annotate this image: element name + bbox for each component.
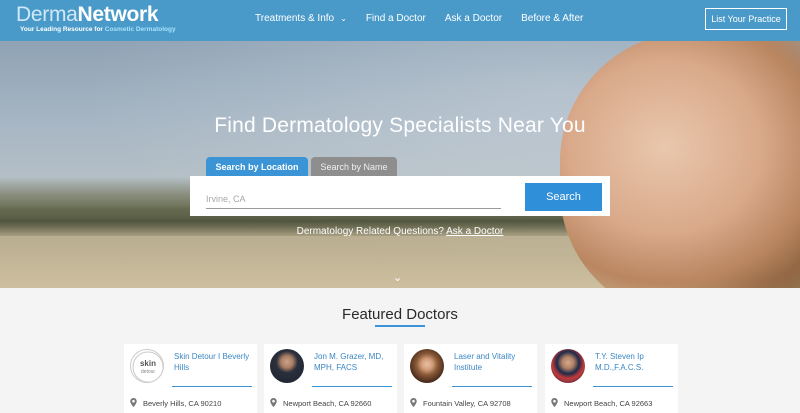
question-text: Dermatology Related Questions? [296, 226, 444, 237]
nav-item-ask-doctor[interactable]: Ask a Doctor [445, 13, 502, 24]
search-panel: Search [190, 176, 610, 216]
doctor-location: Fountain Valley, CA 92708 [410, 398, 511, 408]
doctor-card[interactable]: Jon M. Grazer, MD, MPH, FACS Newport Bea… [264, 344, 397, 413]
doctor-name-link[interactable]: Laser and Vitality Institute [454, 351, 534, 373]
doctor-name-link[interactable]: Skin Detour I Beverly Hills [174, 351, 254, 373]
search-tabs: Search by Location Search by Name [206, 157, 400, 176]
location-pin-icon [130, 398, 137, 407]
skin-detour-logo: skin detour [130, 349, 164, 383]
title-underline [375, 325, 425, 327]
main-menu: Treatments & Info ⌄ Find a Doctor Ask a D… [255, 13, 602, 24]
location-pin-icon [270, 398, 277, 407]
card-divider [452, 386, 532, 387]
location-pin-icon [410, 398, 417, 407]
hero-title: Find Dermatology Specialists Near You [214, 114, 586, 137]
nav-item-before-after[interactable]: Before & After [521, 13, 583, 24]
doctor-location: Beverly Hills, CA 90210 [130, 398, 221, 408]
site-logo[interactable]: DermaNetwork Your Leading Resource for C… [16, 4, 176, 34]
tab-search-by-name[interactable]: Search by Name [311, 157, 397, 176]
card-divider [593, 386, 673, 387]
tab-search-by-location[interactable]: Search by Location [206, 157, 308, 176]
nav-item-treatments[interactable]: Treatments & Info ⌄ [255, 13, 347, 24]
chevron-down-icon: ⌄ [340, 14, 347, 23]
doctor-photo [270, 349, 304, 383]
doctor-card[interactable]: T.Y. Steven Ip M.D.,F.A.C.S. Newport Bea… [545, 344, 678, 413]
top-nav: DermaNetwork Your Leading Resource for C… [0, 0, 800, 41]
card-divider [312, 386, 392, 387]
doctor-card[interactable]: skin detour Skin Detour I Beverly Hills … [124, 344, 257, 413]
ask-doctor-link[interactable]: Ask a Doctor [446, 226, 503, 237]
featured-doctors-title: Featured Doctors [342, 306, 458, 323]
doctor-photo [410, 349, 444, 383]
logo-tagline: Your Leading Resource for Cosmetic Derma… [20, 26, 176, 33]
location-search-input[interactable] [206, 189, 501, 209]
doctor-card[interactable]: Laser and Vitality Institute Fountain Va… [404, 344, 537, 413]
list-practice-button[interactable]: List Your Practice [705, 8, 787, 30]
doctor-location: Newport Beach, CA 92660 [270, 398, 371, 408]
doctor-name-link[interactable]: T.Y. Steven Ip M.D.,F.A.C.S. [595, 351, 675, 373]
doctor-location: Newport Beach, CA 92663 [551, 398, 652, 408]
hero-question: Dermatology Related Questions? Ask a Doc… [0, 226, 800, 237]
search-button[interactable]: Search [525, 183, 602, 211]
scroll-down-icon[interactable]: ⌄ [393, 271, 402, 284]
svg-text:detour: detour [141, 369, 156, 375]
hero-banner: Find Dermatology Specialists Near You Se… [0, 41, 800, 288]
location-pin-icon [551, 398, 558, 407]
logo-wordmark: DermaNetwork [16, 3, 159, 26]
card-divider [172, 386, 252, 387]
nav-item-find-doctor[interactable]: Find a Doctor [366, 13, 426, 24]
hero-woman-image [560, 41, 800, 288]
doctor-photo [551, 349, 585, 383]
svg-text:skin: skin [140, 359, 156, 368]
doctor-name-link[interactable]: Jon M. Grazer, MD, MPH, FACS [314, 351, 394, 373]
